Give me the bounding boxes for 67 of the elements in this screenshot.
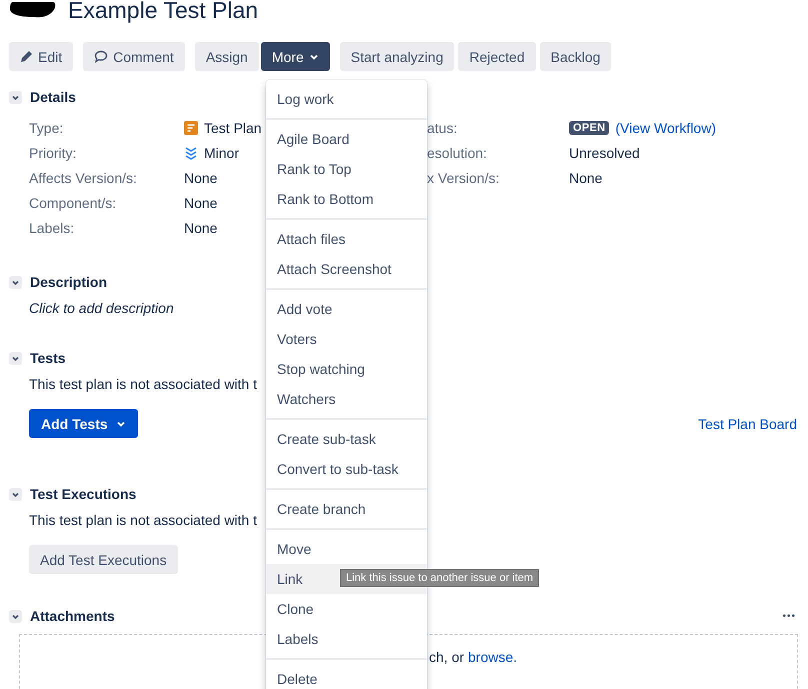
field-value: Test Plan	[184, 120, 262, 136]
menu-item[interactable]: Labels	[266, 624, 427, 654]
menu-item[interactable]: Create sub-task	[266, 424, 427, 454]
collapse-chevron-icon[interactable]	[9, 90, 22, 104]
collapse-chevron-icon[interactable]	[9, 352, 22, 364]
browse-link[interactable]: browse.	[468, 649, 518, 689]
section-heading: Test Executions	[30, 486, 136, 502]
collapse-chevron-icon[interactable]	[9, 488, 22, 500]
field-value: None	[184, 220, 218, 236]
section-heading: Tests	[30, 350, 66, 366]
field-label: Component/s:	[29, 194, 118, 210]
field-label: esolution:	[427, 144, 488, 160]
menu-item[interactable]: Agile Board	[266, 124, 427, 154]
menu-item[interactable]: Watchers	[266, 384, 427, 414]
section-heading: Attachments	[30, 608, 115, 624]
pencil-icon	[20, 50, 33, 63]
description-placeholder[interactable]: Click to add description	[29, 300, 174, 316]
toolbar-button[interactable]: Assign	[194, 42, 259, 71]
redaction-mark	[9, 2, 56, 18]
menu-item[interactable]: Move	[266, 534, 427, 564]
menu-item[interactable]: Stop watching	[266, 354, 427, 384]
add-test-executions-button[interactable]: Add Test Executions	[29, 545, 178, 574]
triple-chevron-icon	[184, 146, 198, 160]
test-plan-board-link[interactable]: Test Plan Board	[698, 416, 797, 432]
menu-item[interactable]: Delete	[266, 664, 427, 689]
field-label: Type:	[29, 120, 64, 136]
menu-item[interactable]: Rank to Bottom	[266, 184, 427, 214]
collapse-chevron-icon[interactable]	[9, 610, 22, 622]
menu-item[interactable]: Log work	[266, 84, 427, 114]
field-label: Labels:	[29, 220, 76, 236]
menu-item[interactable]: Add vote	[266, 294, 427, 324]
tooltip: Link this issue to another issue or item	[340, 569, 540, 587]
menu-item[interactable]: Create branch	[266, 494, 427, 524]
menu-item[interactable]: Clone	[266, 594, 427, 624]
toolbar-button[interactable]: More	[260, 42, 330, 71]
field-value: None	[569, 170, 602, 186]
section-heading: Details	[30, 89, 76, 105]
field-value: None	[184, 194, 218, 210]
add-tests-button[interactable]: Add Tests	[29, 409, 138, 438]
toolbar-button[interactable]: Comment	[83, 42, 185, 71]
section-heading: Description	[30, 274, 108, 290]
status-lozenge: OPEN	[569, 120, 610, 134]
toolbar-button[interactable]: Backlog	[540, 42, 612, 71]
menu-item[interactable]: Rank to Top	[266, 154, 427, 184]
tests-message: This test plan is not associated with t	[29, 376, 257, 392]
collapse-chevron-icon[interactable]	[9, 276, 22, 288]
field-value: Unresolved	[569, 144, 640, 160]
view-workflow-link[interactable]: (View Workflow)	[615, 120, 716, 136]
drop-zone-text: ch, or	[429, 649, 464, 667]
field-value: None	[184, 170, 218, 186]
menu-item[interactable]: Attach Screenshot	[266, 254, 427, 284]
more-options-button[interactable]: •••	[782, 610, 808, 622]
issue-title: Example Test Plan	[68, 0, 258, 23]
field-value: Minor	[184, 144, 240, 160]
document-icon	[184, 120, 198, 134]
test-executions-message: This test plan is not associated with t	[29, 512, 257, 528]
toolbar-button[interactable]: Edit	[9, 42, 74, 71]
field-label: Priority:	[29, 144, 78, 160]
toolbar-button[interactable]: Start analyzing	[340, 42, 454, 71]
menu-item[interactable]: Attach files	[266, 224, 427, 254]
field-label: atus:	[427, 120, 458, 136]
field-label: Affects Version/s:	[29, 170, 138, 186]
toolbar-button[interactable]: Rejected	[458, 42, 536, 71]
menu-item[interactable]: Convert to sub-task	[266, 454, 427, 484]
menu-item[interactable]: Voters	[266, 324, 427, 354]
speech-bubble-icon	[94, 50, 108, 63]
field-label: x Version/s:	[427, 170, 500, 186]
